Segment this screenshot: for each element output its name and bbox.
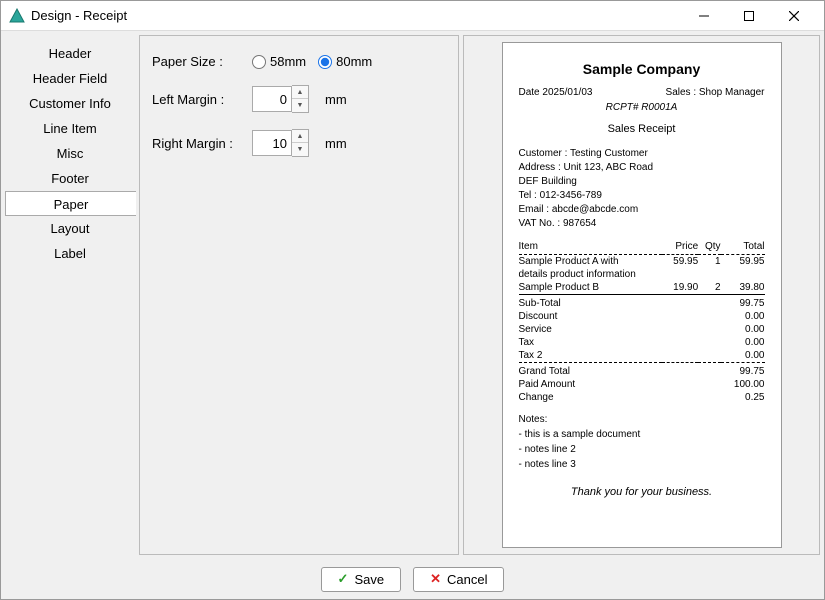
right-margin-label: Right Margin : — [152, 136, 242, 151]
receipt-title: Sales Receipt — [519, 123, 765, 135]
sidebar-item-paper[interactable]: Paper — [5, 191, 136, 216]
cancel-button[interactable]: ✕ Cancel — [413, 567, 504, 592]
minimize-button[interactable] — [681, 2, 726, 30]
sidebar: Header Header Field Customer Info Line I… — [5, 35, 135, 555]
left-margin-down[interactable]: ▼ — [292, 99, 308, 112]
right-margin-input[interactable] — [252, 130, 292, 156]
left-margin-up[interactable]: ▲ — [292, 86, 308, 99]
save-button[interactable]: ✓ Save — [321, 567, 402, 592]
app-icon — [9, 8, 25, 24]
form-panel: Paper Size : 58mm 80mm Left Margin : ▲ — [139, 35, 459, 555]
sidebar-item-footer[interactable]: Footer — [5, 166, 135, 191]
preview-panel: Sample Company Date 2025/01/03 Sales : S… — [463, 35, 820, 555]
radio-80mm[interactable] — [318, 55, 332, 69]
receipt-table: Item Price Qty Total Sample Product A wi… — [519, 239, 765, 404]
receipt-thanks: Thank you for your business. — [519, 486, 765, 498]
design-receipt-window: Design - Receipt Header Header Field Cus… — [0, 0, 825, 600]
maximize-button[interactable] — [726, 2, 771, 30]
paper-size-label: Paper Size : — [152, 54, 242, 69]
sidebar-item-customer-info[interactable]: Customer Info — [5, 91, 135, 116]
sidebar-item-header-field[interactable]: Header Field — [5, 66, 135, 91]
titlebar: Design - Receipt — [1, 1, 824, 31]
close-icon: ✕ — [430, 571, 441, 587]
sidebar-item-label[interactable]: Label — [5, 241, 135, 266]
sidebar-item-header[interactable]: Header — [5, 41, 135, 66]
receipt-number: RCPT# R0001A — [519, 102, 765, 113]
sidebar-item-line-item[interactable]: Line Item — [5, 116, 135, 141]
right-margin-down[interactable]: ▼ — [292, 143, 308, 156]
receipt-company: Sample Company — [519, 61, 765, 77]
footer-bar: ✓ Save ✕ Cancel — [1, 559, 824, 599]
sidebar-item-misc[interactable]: Misc — [5, 141, 135, 166]
paper-size-58mm[interactable]: 58mm — [252, 54, 306, 69]
unit-label: mm — [325, 136, 347, 151]
receipt-preview: Sample Company Date 2025/01/03 Sales : S… — [502, 42, 782, 548]
radio-58mm[interactable] — [252, 55, 266, 69]
check-icon: ✓ — [338, 571, 349, 587]
left-margin-input[interactable] — [252, 86, 292, 112]
sidebar-item-layout[interactable]: Layout — [5, 216, 135, 241]
paper-size-80mm[interactable]: 80mm — [318, 54, 372, 69]
unit-label: mm — [325, 92, 347, 107]
left-margin-label: Left Margin : — [152, 92, 242, 107]
right-margin-up[interactable]: ▲ — [292, 130, 308, 143]
window-title: Design - Receipt — [31, 8, 127, 23]
close-button[interactable] — [771, 2, 816, 30]
